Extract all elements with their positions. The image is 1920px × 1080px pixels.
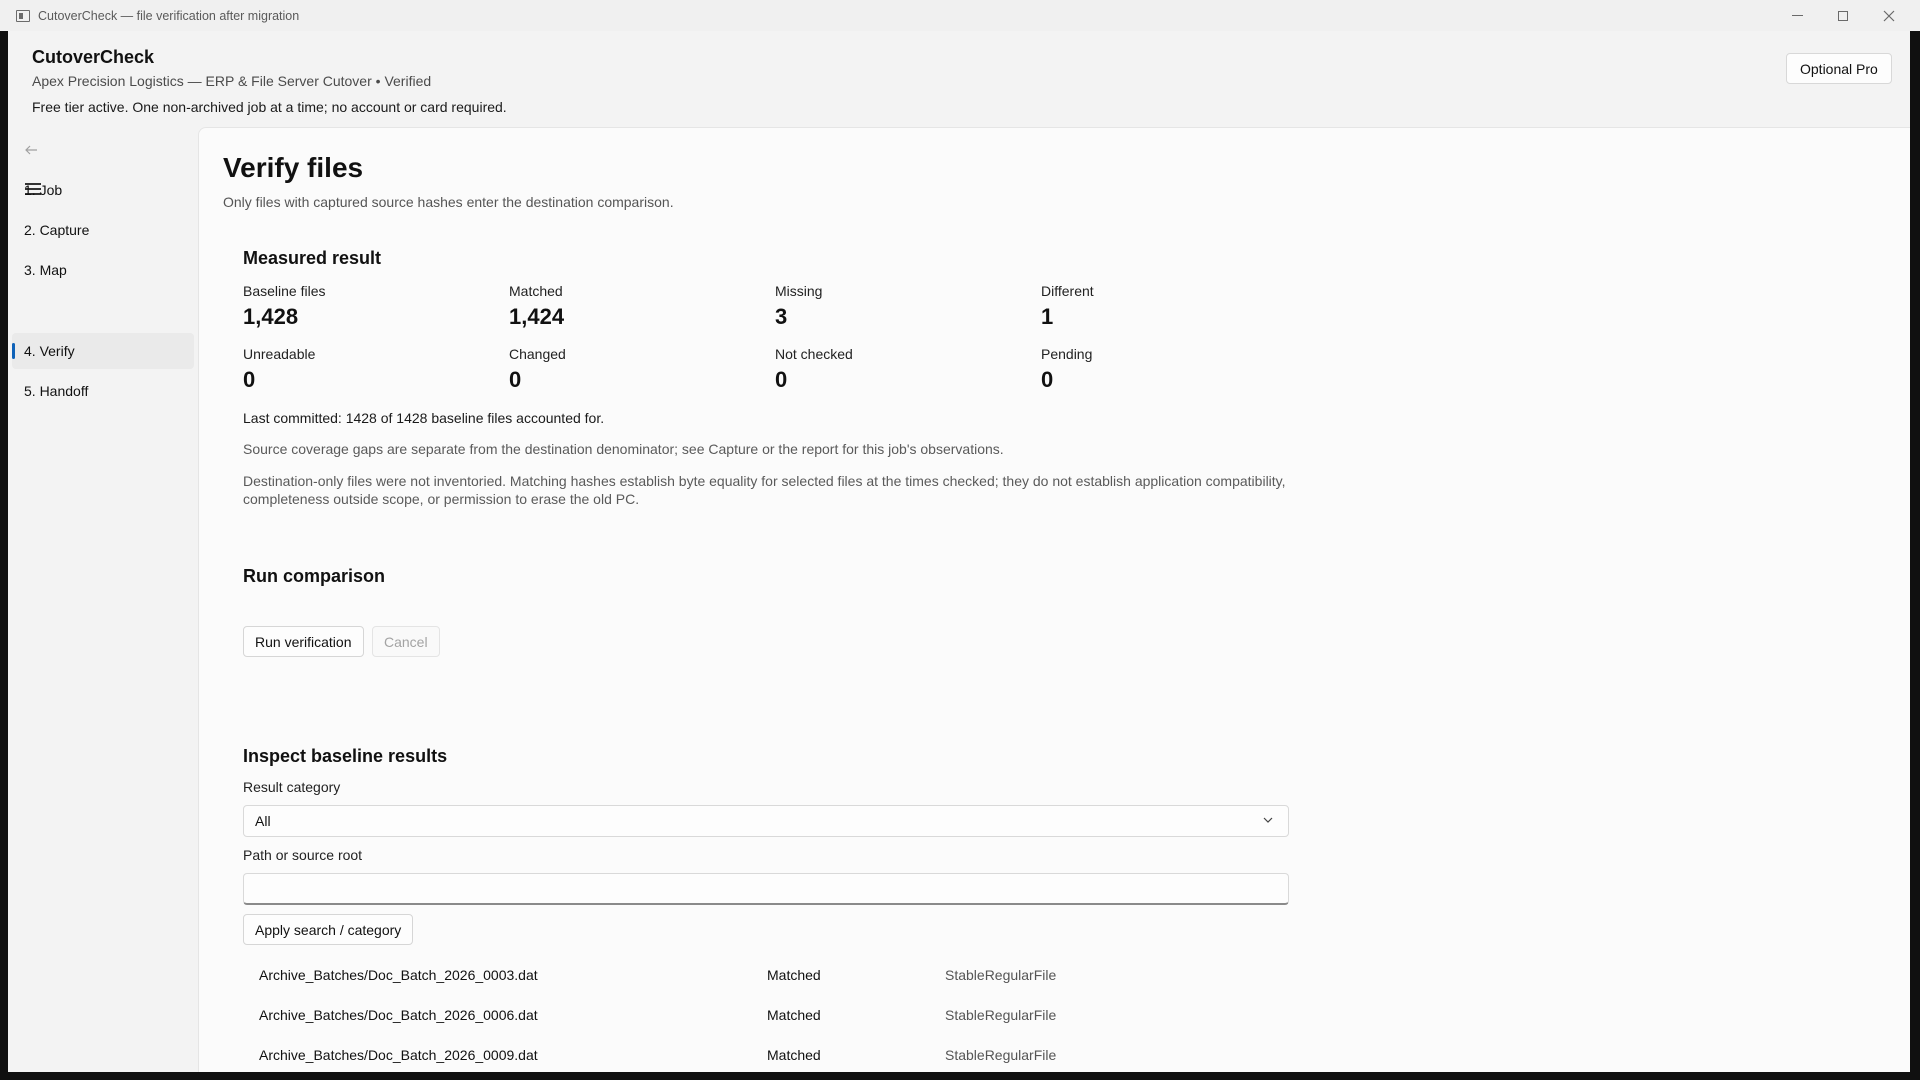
nav-item-label: 3. Map	[24, 262, 67, 278]
table-row[interactable]: Archive_Batches/Doc_Batch_2026_0009.dat …	[243, 1036, 1289, 1072]
back-button[interactable]	[24, 143, 40, 159]
maximize-button[interactable]	[1820, 0, 1866, 31]
window-title: CutoverCheck — file verification after m…	[38, 8, 300, 23]
nav-item-verify[interactable]: 4. Verify	[12, 333, 194, 369]
close-button[interactable]	[1866, 0, 1912, 31]
table-row[interactable]: Archive_Batches/Doc_Batch_2026_0006.dat …	[243, 996, 1289, 1036]
optional-pro-button[interactable]: Optional Pro	[1786, 53, 1892, 84]
nav-item-label: 2. Capture	[24, 222, 90, 238]
app-name: CutoverCheck	[32, 47, 155, 67]
window-frame-right	[1910, 31, 1920, 1080]
run-comparison-heading: Run comparison	[243, 566, 386, 586]
window-frame-left	[0, 31, 8, 1080]
job-status-line: Apex Precision Logistics — ERP & File Se…	[32, 73, 432, 89]
metric-label: Different	[1041, 283, 1094, 299]
nav-item-handoff[interactable]: 5. Handoff	[12, 373, 194, 409]
selection-indicator	[12, 343, 15, 359]
metric-value: 0	[775, 367, 788, 392]
scope-note: Destination-only files were not inventor…	[243, 473, 1286, 507]
navigation-pane: 1. Job 2. Capture 3. Map 4. Verify 5. Ha…	[8, 127, 198, 1072]
app-window: CutoverCheck — file verification after m…	[0, 0, 1920, 1080]
metric-pending: Pending 0	[1041, 346, 1301, 393]
metric-label: Missing	[775, 283, 823, 299]
metric-value: 0	[509, 367, 522, 392]
row-path: Archive_Batches/Doc_Batch_2026_0009.dat	[259, 1047, 538, 1063]
row-kind: StableRegularFile	[945, 1007, 1057, 1023]
metric-label: Changed	[509, 346, 566, 362]
run-verification-button[interactable]: Run verification	[243, 626, 364, 657]
nav-item-label: 1. Job	[24, 182, 63, 198]
window-frame-bottom	[0, 1072, 1920, 1080]
app-icon	[16, 9, 30, 22]
metric-label: Matched	[509, 283, 563, 299]
metric-value: 1	[1041, 304, 1054, 329]
apply-search-button[interactable]: Apply search / category	[243, 914, 414, 945]
metric-label: Not checked	[775, 346, 853, 362]
page-subtitle: Only files with captured source hashes e…	[223, 194, 674, 210]
arrow-left-icon	[25, 145, 37, 155]
row-status: Matched	[767, 967, 821, 983]
row-kind: StableRegularFile	[945, 967, 1057, 983]
metric-value: 1,428	[243, 304, 299, 329]
row-path: Archive_Batches/Doc_Batch_2026_0003.dat	[259, 967, 538, 983]
metric-value: 0	[243, 367, 256, 392]
nav-item-label: 5. Handoff	[24, 383, 89, 399]
chevron-down-icon	[1263, 817, 1273, 823]
row-status: Matched	[767, 1047, 821, 1063]
metric-label: Unreadable	[243, 346, 316, 362]
table-row[interactable]: Archive_Batches/Doc_Batch_2026_0003.dat …	[243, 956, 1289, 996]
metric-label: Baseline files	[243, 283, 326, 299]
nav-item-label: 4. Verify	[24, 343, 75, 359]
minimize-button[interactable]	[1774, 0, 1820, 31]
inspect-results-heading: Inspect baseline results	[243, 746, 448, 766]
metric-changed: Changed 0	[509, 346, 769, 393]
title-bar: CutoverCheck — file verification after m…	[0, 0, 1920, 31]
metric-value: 1,424	[509, 304, 565, 329]
result-category-select[interactable]: All	[243, 805, 1289, 837]
metric-missing: Missing 3	[775, 283, 1035, 330]
row-path: Archive_Batches/Doc_Batch_2026_0006.dat	[259, 1007, 538, 1023]
row-kind: StableRegularFile	[945, 1047, 1057, 1063]
metric-different: Different 1	[1041, 283, 1301, 330]
path-search-input[interactable]	[243, 873, 1289, 905]
coverage-note: Source coverage gaps are separate from t…	[243, 441, 1004, 457]
metric-not-checked: Not checked 0	[775, 346, 1035, 393]
measured-result-heading: Measured result	[243, 248, 382, 268]
metric-unreadable: Unreadable 0	[243, 346, 503, 393]
app-header: CutoverCheck Apex Precision Logistics — …	[8, 31, 1910, 127]
path-search-label: Path or source root	[243, 847, 363, 863]
nav-item-capture[interactable]: 2. Capture	[12, 212, 194, 248]
maximize-icon	[1838, 10, 1848, 21]
content-pane: Verify files Only files with captured so…	[198, 127, 1910, 1072]
metric-value: 3	[775, 304, 788, 329]
metric-value: 0	[1041, 367, 1054, 392]
row-status: Matched	[767, 1007, 821, 1023]
metric-matched: Matched 1,424	[509, 283, 769, 330]
close-icon	[1883, 10, 1895, 21]
minimize-icon	[1791, 15, 1803, 16]
cancel-button[interactable]: Cancel	[372, 626, 440, 657]
metric-label: Pending	[1041, 346, 1093, 362]
page-title: Verify files	[223, 152, 364, 183]
last-committed-text: Last committed: 1428 of 1428 baseline fi…	[243, 410, 605, 426]
nav-item-map[interactable]: 3. Map	[12, 252, 194, 288]
tier-notice: Free tier active. One non-archived job a…	[32, 99, 507, 115]
nav-item-job[interactable]: 1. Job	[12, 172, 194, 208]
result-category-label: Result category	[243, 779, 341, 795]
result-category-value: All	[255, 813, 271, 829]
metric-baseline-files: Baseline files 1,428	[243, 283, 503, 330]
